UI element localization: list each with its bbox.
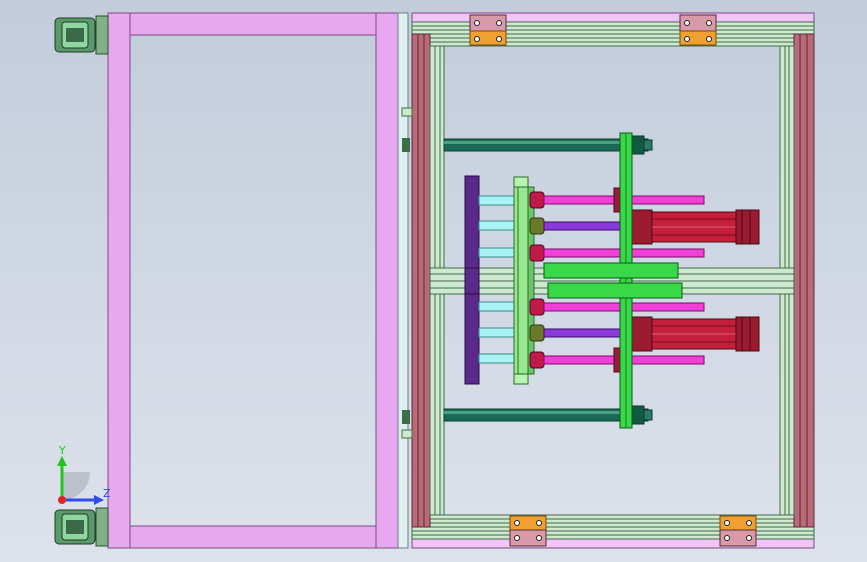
left-frame-inner-post bbox=[397, 12, 409, 549]
light-green-plate bbox=[513, 176, 529, 385]
right-frame-left-post bbox=[411, 33, 431, 528]
purple-plate bbox=[464, 175, 480, 385]
axis-y-label: Y bbox=[58, 444, 66, 457]
right-frame-right-post bbox=[793, 33, 815, 528]
left-frame-right-post bbox=[375, 12, 399, 549]
bracket-top-left bbox=[469, 14, 507, 46]
left-frame-outer-border bbox=[107, 12, 401, 549]
cylinder-lower bbox=[631, 316, 760, 352]
bracket-bottom-right bbox=[719, 515, 757, 547]
caster-top bbox=[54, 15, 109, 55]
center-bar-lower bbox=[547, 282, 683, 299]
center-bar-upper bbox=[543, 262, 679, 279]
left-frame-top-rail bbox=[107, 12, 401, 36]
left-frame-left-post bbox=[107, 12, 131, 549]
right-frame bbox=[401, 12, 815, 549]
cad-viewport[interactable]: Y Z bbox=[0, 0, 867, 562]
caster-bottom bbox=[54, 507, 109, 547]
bracket-top-right bbox=[679, 14, 717, 46]
left-frame-bottom-rail bbox=[107, 525, 401, 549]
left-frame bbox=[107, 12, 409, 549]
cylinder-upper bbox=[631, 209, 760, 245]
bracket-bottom-left bbox=[509, 515, 547, 547]
axis-triad: Y Z bbox=[57, 444, 111, 505]
axis-z-label: Z bbox=[103, 487, 111, 500]
